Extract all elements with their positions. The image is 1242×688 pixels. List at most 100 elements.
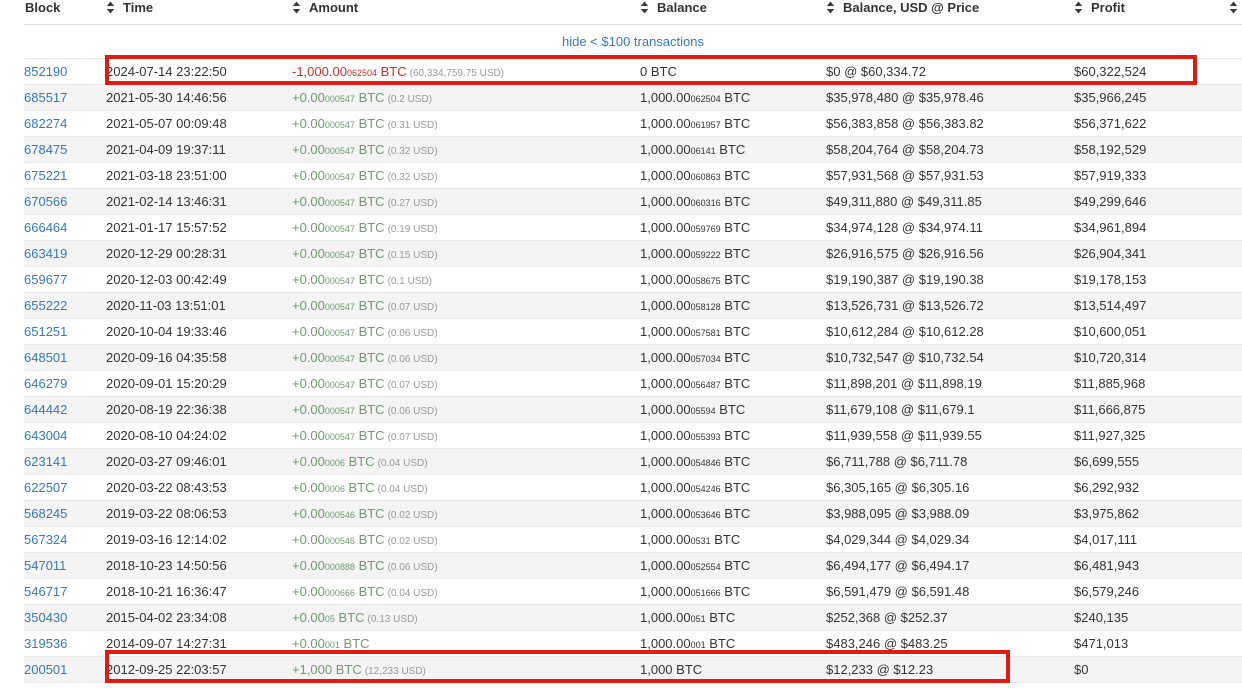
balance-fraction: 058128 — [690, 302, 721, 312]
block-height-link[interactable]: 568245 — [24, 506, 67, 521]
balance-fraction: 061957 — [690, 120, 721, 130]
balance-fraction: 054246 — [690, 484, 721, 494]
block-height-link[interactable]: 646279 — [24, 376, 67, 391]
block-height-link[interactable]: 546717 — [24, 584, 67, 599]
table-row[interactable]: 685517 2021-05-30 14:46:56 +0.00000547 BTC… — [24, 84, 1242, 111]
table-row[interactable]: 547011 2018-10-23 14:50:56 +0.00000888 BTC… — [24, 552, 1242, 579]
cell-profit: $6,292,932 — [1074, 474, 1242, 501]
cell-profit: $10,720,314 — [1074, 344, 1242, 371]
amount-usd-equivalent: (0.32 USD) — [387, 172, 438, 183]
table-body: 852190 2024-07-14 23:22:50 -1,000.00062504… — [24, 58, 1242, 683]
block-height-link[interactable]: 644442 — [24, 402, 67, 417]
amount-value: +0.00000547 BTC — [292, 90, 385, 105]
cell-time: 2020-12-03 00:42:49 — [106, 266, 292, 293]
column-header-time[interactable]: Time — [106, 0, 292, 25]
block-height-link[interactable]: 675221 — [24, 168, 67, 183]
block-height-link[interactable]: 666464 — [24, 220, 67, 235]
block-height-link[interactable]: 648501 — [24, 350, 67, 365]
table-row[interactable]: 666464 2021-01-17 15:57:52 +0.00000547 BTC… — [24, 214, 1242, 241]
cell-block: 675221 — [24, 162, 106, 189]
table-row[interactable]: 678475 2021-04-09 19:37:11 +0.00000547 BTC… — [24, 136, 1242, 163]
block-height-link[interactable]: 567324 — [24, 532, 67, 547]
table-row[interactable]: 648501 2020-09-16 04:35:58 +0.00000547 BTC… — [24, 344, 1242, 371]
table-row[interactable]: 646279 2020-09-01 15:20:29 +0.00000547 BTC… — [24, 370, 1242, 397]
table-row[interactable]: 623141 2020-03-27 09:46:01 +0.000006 BTC (0… — [24, 448, 1242, 475]
amount-unit: BTC — [376, 64, 407, 79]
table-row[interactable]: 546717 2018-10-21 16:36:47 +0.00000666 BTC… — [24, 578, 1242, 605]
table-row[interactable]: 663419 2020-12-29 00:28:31 +0.00000547 BTC… — [24, 240, 1242, 267]
block-height-link[interactable]: 659677 — [24, 272, 67, 287]
cell-time: 2020-12-29 00:28:31 — [106, 240, 292, 267]
block-height-link[interactable]: 623141 — [24, 454, 67, 469]
block-height-link[interactable]: 663419 — [24, 246, 67, 261]
block-height-link[interactable]: 622507 — [24, 480, 67, 495]
sort-arrows-icon[interactable] — [292, 1, 305, 14]
cell-time: 2020-03-27 09:46:01 — [106, 448, 292, 475]
block-height-link[interactable]: 678475 — [24, 142, 67, 157]
cell-balance: 1,000.0005594 BTC — [640, 396, 826, 423]
block-height-link[interactable]: 200501 — [24, 662, 67, 677]
table-row[interactable]: 651251 2020-10-04 19:33:46 +0.00000547 BTC… — [24, 318, 1242, 345]
block-height-link[interactable]: 670566 — [24, 194, 67, 209]
transactions-table-container: Block Time Amount Balance Balance, USD @… — [0, 0, 1242, 683]
block-height-link[interactable]: 319536 — [24, 636, 67, 651]
column-header-balance-label: Balance — [657, 0, 707, 15]
table-row[interactable]: 643004 2020-08-10 04:24:02 +0.00000547 BTC… — [24, 422, 1242, 449]
cell-balance-usd: $19,190,387 @ $19,190.38 — [826, 266, 1074, 293]
amount-main: +0.00 — [292, 584, 325, 599]
table-row[interactable]: 200501 2012-09-25 22:03:57 +1,000 BTC (12,2… — [24, 656, 1242, 683]
table-row[interactable]: 644442 2020-08-19 22:36:38 +0.00000547 BTC… — [24, 396, 1242, 423]
table-row[interactable]: 682274 2021-05-07 00:09:48 +0.00000547 BTC… — [24, 110, 1242, 137]
amount-unit: BTC — [354, 142, 385, 157]
balance-fraction: 060863 — [690, 172, 721, 182]
table-row[interactable]: 675221 2021-03-18 23:51:00 +0.00000547 BTC… — [24, 162, 1242, 189]
block-height-link[interactable]: 682274 — [24, 116, 67, 131]
block-height-link[interactable]: 350430 — [24, 610, 67, 625]
table-row[interactable]: 350430 2015-04-02 23:34:08 +0.0005 BTC (0.1… — [24, 604, 1242, 631]
amount-fraction: 000547 — [324, 432, 355, 442]
amount-main: +0.00 — [292, 506, 325, 521]
filter-bar: hide < $100 transactions — [24, 24, 1242, 59]
column-header-profit[interactable]: Profit — [1074, 0, 1242, 25]
amount-value: +0.00000547 BTC — [292, 194, 385, 209]
column-header-block[interactable]: Block — [24, 0, 106, 25]
sort-arrows-icon[interactable] — [1074, 1, 1087, 14]
block-height-link[interactable]: 547011 — [24, 558, 66, 573]
balance-main: 1,000.00 — [640, 298, 691, 313]
table-row[interactable]: 852190 2024-07-14 23:22:50 -1,000.00062504… — [24, 58, 1242, 85]
sort-arrows-icon[interactable] — [106, 1, 119, 14]
block-height-link[interactable]: 643004 — [24, 428, 67, 443]
balance-unit: BTC — [720, 558, 751, 573]
table-row[interactable]: 659677 2020-12-03 00:42:49 +0.00000547 BTC… — [24, 266, 1242, 293]
hide-small-transactions-link[interactable]: hide < $100 transactions — [562, 34, 704, 49]
cell-profit: $19,178,153 — [1074, 266, 1242, 293]
block-height-link[interactable]: 651251 — [24, 324, 67, 339]
amount-value: +0.00000547 BTC — [292, 116, 385, 131]
table-row[interactable]: 655222 2020-11-03 13:51:01 +0.00000547 BTC… — [24, 292, 1242, 319]
block-height-link[interactable]: 655222 — [24, 298, 67, 313]
cell-balance: 1,000.00054846 BTC — [640, 448, 826, 475]
table-row[interactable]: 319536 2014-09-07 14:27:31 +0.00001 BTC 1,0… — [24, 630, 1242, 657]
block-height-link[interactable]: 852190 — [24, 64, 67, 79]
sort-arrows-icon[interactable] — [640, 1, 653, 14]
column-header-balance-usd[interactable]: Balance, USD @ Price — [826, 0, 1074, 25]
balance-unit: BTC — [720, 246, 751, 261]
table-row[interactable]: 567324 2019-03-16 12:14:02 +0.00000546 BTC… — [24, 526, 1242, 553]
sort-arrows-icon[interactable] — [1229, 1, 1242, 14]
cell-amount: +0.00000547 BTC (0.07 USD) — [292, 370, 640, 397]
amount-usd-equivalent: (0.04 USD) — [377, 458, 428, 469]
amount-unit: BTC — [354, 116, 385, 131]
block-height-link[interactable]: 685517 — [24, 90, 67, 105]
table-row[interactable]: 568245 2019-03-22 08:06:53 +0.00000546 BTC… — [24, 500, 1242, 527]
cell-amount: +0.00000547 BTC (0.2 USD) — [292, 84, 640, 111]
table-row[interactable]: 622507 2020-03-22 08:43:53 +0.000006 BTC (0… — [24, 474, 1242, 501]
sort-arrows-icon[interactable] — [826, 1, 839, 14]
balance-main: 1,000.00 — [640, 584, 691, 599]
balance-unit: BTC — [720, 584, 751, 599]
column-header-amount[interactable]: Amount — [292, 0, 640, 25]
amount-fraction: 000546 — [324, 536, 355, 546]
cell-time: 2018-10-23 14:50:56 — [106, 552, 292, 579]
column-header-balance[interactable]: Balance — [640, 0, 826, 25]
table-row[interactable]: 670566 2021-02-14 13:46:31 +0.00000547 BTC… — [24, 188, 1242, 215]
amount-fraction: 05 — [324, 614, 335, 624]
